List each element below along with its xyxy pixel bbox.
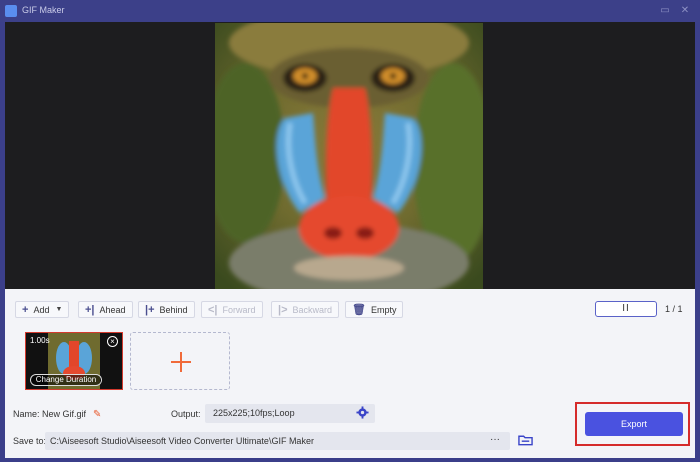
behind-label: Behind bbox=[159, 304, 188, 315]
browse-more-button[interactable]: ··· bbox=[480, 432, 510, 450]
backward-label: Backward bbox=[292, 304, 333, 315]
save-path-value: C:\Aiseesoft Studio\Aiseesoft Video Conv… bbox=[50, 436, 314, 446]
gif-maker-window: GIF Maker ▭ ✕ + Add ▼ +| Ahead |+ Behind… bbox=[0, 0, 700, 462]
forward-label: Forward bbox=[222, 304, 256, 315]
empty-button[interactable]: 🗑 Empty bbox=[345, 301, 404, 318]
backward-icon: |> bbox=[278, 303, 288, 316]
edit-toolbar: + Add ▼ +| Ahead |+ Behind <| Forward |>… bbox=[5, 289, 695, 329]
name-label: Name: bbox=[13, 409, 40, 419]
preview-image bbox=[215, 23, 483, 289]
backward-button[interactable]: |> Backward bbox=[271, 301, 340, 318]
insert-ahead-icon: +| bbox=[85, 303, 95, 316]
save-path-field[interactable]: C:\Aiseesoft Studio\Aiseesoft Video Conv… bbox=[45, 432, 510, 450]
change-duration-button[interactable]: Change Duration bbox=[30, 374, 102, 386]
close-icon[interactable]: ✕ bbox=[678, 4, 692, 18]
trash-icon: 🗑 bbox=[352, 304, 366, 316]
caret-down-icon[interactable]: ▼ bbox=[55, 306, 62, 313]
gif-preview bbox=[5, 22, 695, 289]
window-title: GIF Maker bbox=[22, 5, 65, 15]
add-label: Add bbox=[33, 304, 50, 315]
app-logo-icon bbox=[5, 5, 17, 17]
page-indicator: 1 / 1 bbox=[665, 304, 683, 314]
forward-button[interactable]: <| Forward bbox=[201, 301, 263, 318]
output-value: 225x225;10fps;Loop bbox=[213, 408, 295, 418]
empty-label: Empty bbox=[370, 304, 397, 315]
gif-name-value: New Gif.gif bbox=[42, 409, 87, 419]
remove-frame-icon[interactable]: × bbox=[107, 336, 118, 347]
save-to-label: Save to: bbox=[13, 436, 47, 446]
minimize-icon[interactable]: ▭ bbox=[658, 4, 672, 18]
output-settings-field[interactable]: 225x225;10fps;Loop bbox=[205, 404, 375, 423]
main-content: + Add ▼ +| Ahead |+ Behind <| Forward |>… bbox=[5, 22, 695, 458]
settings-panel: Name: New Gif.gif ✎ Output: 225x225;10fp… bbox=[5, 401, 695, 458]
pause-button[interactable]: II bbox=[595, 301, 657, 317]
frame-duration: 1.00s bbox=[30, 336, 50, 345]
edit-name-icon[interactable]: ✎ bbox=[93, 409, 101, 420]
ahead-label: Ahead bbox=[99, 304, 126, 315]
insert-behind-icon: |+ bbox=[145, 303, 155, 316]
gear-icon[interactable] bbox=[356, 406, 369, 419]
behind-button[interactable]: |+ Behind bbox=[138, 301, 195, 318]
export-highlight: Export bbox=[575, 402, 690, 446]
add-button[interactable]: + Add ▼ bbox=[15, 301, 70, 318]
frame-thumbnail[interactable]: 1.00s × Change Duration bbox=[25, 332, 123, 390]
export-button[interactable]: Export bbox=[585, 412, 683, 436]
frame-timeline: 1.00s × Change Duration bbox=[5, 329, 695, 401]
add-frame-slot[interactable] bbox=[130, 332, 230, 390]
title-bar: GIF Maker ▭ ✕ bbox=[0, 0, 700, 22]
plus-icon: + bbox=[22, 303, 29, 316]
open-folder-icon[interactable] bbox=[518, 434, 533, 446]
output-label: Output: bbox=[171, 409, 201, 419]
ahead-button[interactable]: +| Ahead bbox=[78, 301, 133, 318]
forward-icon: <| bbox=[208, 303, 218, 316]
